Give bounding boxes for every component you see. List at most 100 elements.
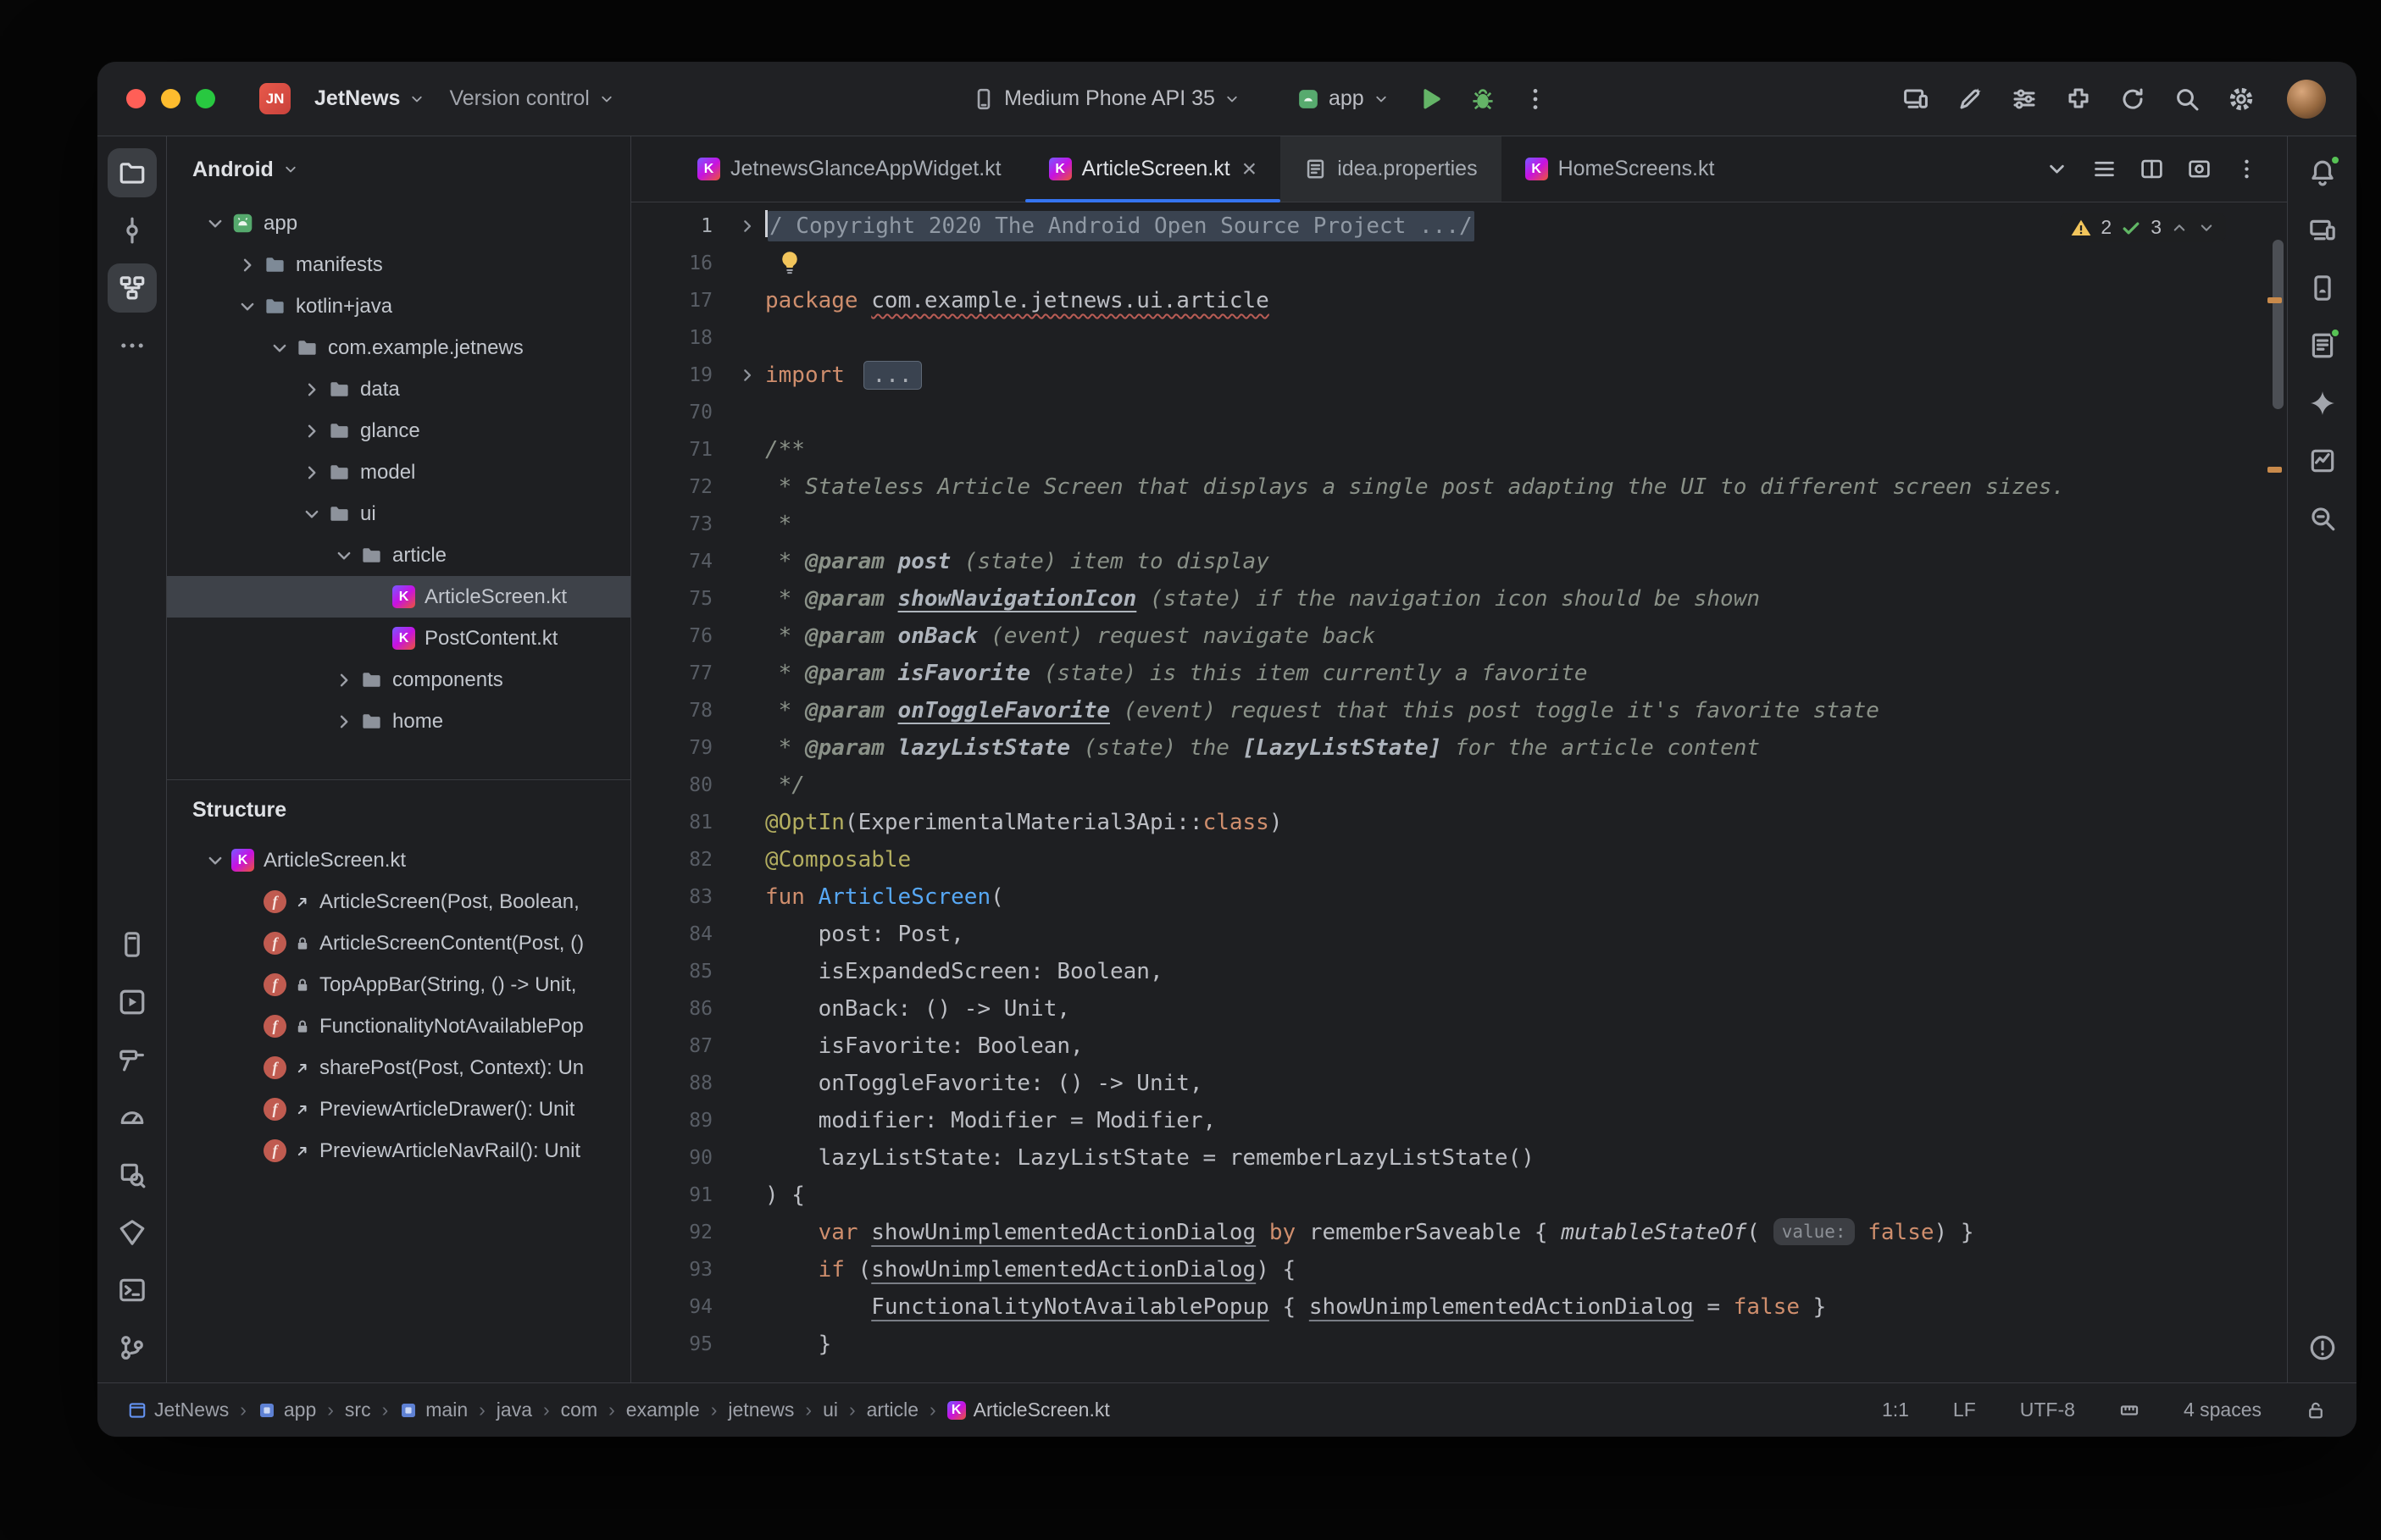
code-line[interactable]: 93 if (showUnimplementedActionDialog) { [631,1251,2287,1288]
breadcrumb-item[interactable]: JetNews [128,1399,229,1421]
run-config-selector-button[interactable]: app [1285,78,1401,119]
project-tree-item[interactable]: kotlin+java [167,285,630,327]
terminal-tool-button[interactable] [108,1266,157,1315]
code-line[interactable]: 86 onBack: () -> Unit, [631,990,2287,1028]
update-project-button[interactable] [2109,75,2156,123]
structure-tool-button[interactable] [108,263,157,313]
breadcrumb-item[interactable]: jetnews [728,1399,794,1421]
code-line[interactable]: 1/ Copyright 2020 The Android Open Sourc… [631,208,2287,245]
code-line[interactable]: 19import ... [631,357,2287,394]
structure-tree-item[interactable]: fArticleScreenContent(Post, () [167,922,630,964]
preview-button[interactable] [2178,149,2219,190]
code-line[interactable]: 73 * [631,506,2287,543]
code-line[interactable]: 95 } [631,1326,2287,1363]
commit-tool-button[interactable] [108,206,157,255]
code-line[interactable]: 16 [631,245,2287,282]
intention-bulb-icon[interactable] [777,250,802,275]
structure-tree-item[interactable]: fPreviewArticleNavRail(): Unit [167,1130,630,1172]
code-line[interactable]: 91) { [631,1177,2287,1214]
code-line[interactable]: 84 post: Post, [631,916,2287,953]
vcs-menu-button[interactable]: Version control [437,78,626,119]
chevron-down-button[interactable] [2036,149,2077,190]
code-line[interactable]: 94 FunctionalityNotAvailablePopup { show… [631,1288,2287,1326]
breadcrumb-item[interactable]: src [345,1399,371,1421]
minimize-window-button[interactable] [161,89,180,108]
code-line[interactable]: 87 isFavorite: Boolean, [631,1028,2287,1065]
more-run-options-button[interactable] [1512,75,1559,123]
code-editor[interactable]: 1/ Copyright 2020 The Android Open Sourc… [631,202,2287,1382]
breadcrumb-item[interactable]: KArticleScreen.kt [947,1399,1110,1421]
plugins-button[interactable] [2055,75,2102,123]
code-line[interactable]: 17package com.example.jetnews.ui.article [631,282,2287,319]
code-line[interactable]: 74 * @param post (state) item to display [631,543,2287,580]
breadcrumb-item[interactable]: ui [823,1399,838,1421]
project-tree-item[interactable]: data [167,368,630,410]
code-line[interactable]: 90 lazyListState: LazyListState = rememb… [631,1139,2287,1177]
project-tree-item[interactable]: KPostContent.kt [167,618,630,659]
zoom-window-button[interactable] [196,89,215,108]
breadcrumb-item[interactable]: java [497,1399,532,1421]
close-window-button[interactable] [126,89,146,108]
code-line[interactable]: 70 [631,394,2287,431]
inspections-widget[interactable]: 2 3 [2060,213,2226,242]
app-insights-tool-button[interactable] [2298,436,2347,485]
code-line[interactable]: 92 var showUnimplementedActionDialog by … [631,1214,2287,1251]
code-line[interactable]: 80 */ [631,767,2287,804]
breadcrumb-item[interactable]: article [867,1399,919,1421]
debug-button[interactable] [1459,75,1507,123]
code-line[interactable]: 85 isExpandedScreen: Boolean, [631,953,2287,990]
structure-tree-item[interactable]: KArticleScreen.kt [167,839,630,881]
project-menu-button[interactable]: JetNews [302,78,437,119]
device-streaming-button[interactable] [1892,75,1940,123]
code-line[interactable]: 77 * @param isFavorite (state) is this i… [631,655,2287,692]
warning-stripe-mark[interactable] [2267,297,2282,303]
breadcrumb-item[interactable]: example [626,1399,700,1421]
project-tree-item[interactable]: com.example.jetnews [167,327,630,368]
editor-tab[interactable]: KJetnewsGlanceAppWidget.kt [674,136,1025,202]
breadcrumb-item[interactable]: main [399,1399,468,1421]
project-panel-header[interactable]: Android [167,136,630,202]
code-line[interactable]: 78 * @param onToggleFavorite (event) req… [631,692,2287,729]
resource-manager-tool-button[interactable] [108,1208,157,1257]
ruler-icon[interactable] [2119,1400,2140,1421]
project-tree-item[interactable]: article [167,535,630,576]
project-tree-item[interactable]: glance [167,410,630,451]
chevron-down-icon[interactable] [2197,219,2216,237]
structure-tree-item[interactable]: fFunctionalityNotAvailablePop [167,1005,630,1047]
code-line[interactable]: 83fun ArticleScreen( [631,878,2287,916]
project-tool-button[interactable] [108,148,157,197]
line-separator[interactable]: LF [1953,1399,1976,1421]
editor-tab[interactable]: KHomeScreens.kt [1501,136,1739,202]
project-tree-item[interactable]: manifests [167,244,630,285]
project-tree-item[interactable]: ui [167,493,630,535]
code-line[interactable]: 75 * @param showNavigationIcon (state) i… [631,580,2287,618]
caret-position[interactable]: 1:1 [1882,1399,1909,1421]
project-tree-item[interactable]: KArticleScreen.kt [167,576,630,618]
notifications-tool-button[interactable] [2298,148,2347,197]
code-line[interactable]: 71/** [631,431,2287,468]
code-line[interactable]: 72 * Stateless Article Screen that displ… [631,468,2287,506]
version-control-tool-button[interactable] [108,1323,157,1372]
project-tree-item[interactable]: home [167,701,630,742]
code-line[interactable]: 18 [631,319,2287,357]
search-button[interactable] [2163,75,2211,123]
services-tool-button[interactable] [108,978,157,1027]
code-line[interactable]: 79 * @param lazyListState (state) the [L… [631,729,2287,767]
run-button[interactable] [1407,75,1454,123]
code-line[interactable]: 82@Composable [631,841,2287,878]
profiler-tool-button[interactable] [108,1093,157,1142]
fold-chevron-icon[interactable] [737,216,758,236]
ai-assistant-button[interactable] [1946,75,1994,123]
breadcrumb-item[interactable]: app [258,1399,316,1421]
warning-stripe-mark[interactable] [2267,467,2282,473]
structure-tree-item[interactable]: fPreviewArticleDrawer(): Unit [167,1089,630,1130]
more-vertical-button[interactable] [2226,149,2267,190]
more-horizontal-tool-button[interactable] [108,321,157,370]
close-tab-icon[interactable]: × [1242,157,1257,182]
structure-tree-item[interactable]: fArticleScreen(Post, Boolean, [167,881,630,922]
problems-tool-button[interactable] [2298,1323,2347,1372]
code-line[interactable]: 81@OptIn(ExperimentalMaterial3Api::class… [631,804,2287,841]
code-line[interactable]: 76 * @param onBack (event) request navig… [631,618,2287,655]
project-tree-item[interactable]: model [167,451,630,493]
logcat-tool-button[interactable] [2298,321,2347,370]
